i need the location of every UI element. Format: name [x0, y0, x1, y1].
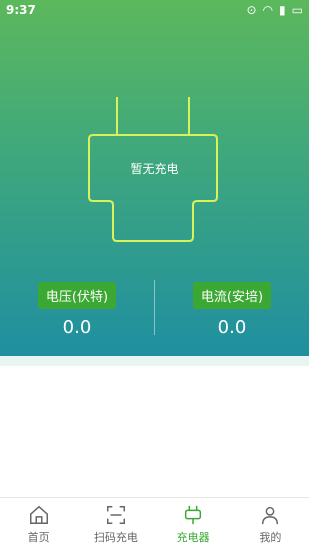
wifi-icon: ◠ [262, 3, 274, 17]
current-metric: 电流(安培) 0.0 [155, 282, 309, 338]
signal-icon: ▮ [279, 3, 286, 17]
tab-profile[interactable]: 我的 [232, 498, 309, 550]
tab-scan-charge[interactable]: 扫码充电 [77, 498, 154, 550]
tab-profile-label: 我的 [259, 530, 282, 544]
status-icons: ⊙ ◠ ▮ ▭ [247, 3, 304, 17]
tab-charger[interactable]: 充电器 [155, 498, 232, 550]
voltage-label: 电压(伏特) [37, 282, 117, 309]
scan-icon [106, 505, 125, 524]
status-bar: 9:37 ⊙ ◠ ▮ ▭ [0, 0, 309, 22]
bottom-tab-bar: 首页 扫码充电 充电器 我的 [0, 497, 309, 550]
current-label: 电流(安培) [192, 282, 272, 309]
person-icon [262, 506, 279, 524]
voltage-value: 0.0 [62, 317, 92, 338]
tab-home-label: 首页 [27, 530, 50, 544]
charger-icon [185, 505, 202, 524]
voltage-metric: 电压(伏特) 0.0 [0, 282, 154, 338]
tab-scan-label: 扫码充电 [93, 530, 138, 544]
charging-status-text: 暂无充电 [130, 162, 179, 176]
status-time: 9:37 [6, 3, 36, 17]
divider-band [0, 356, 309, 366]
tab-charger-label: 充电器 [176, 530, 210, 544]
alarm-icon: ⊙ [246, 3, 257, 17]
home-icon [29, 505, 48, 524]
battery-icon: ▭ [291, 3, 303, 17]
current-value: 0.0 [217, 317, 247, 338]
tab-home[interactable]: 首页 [0, 498, 77, 550]
